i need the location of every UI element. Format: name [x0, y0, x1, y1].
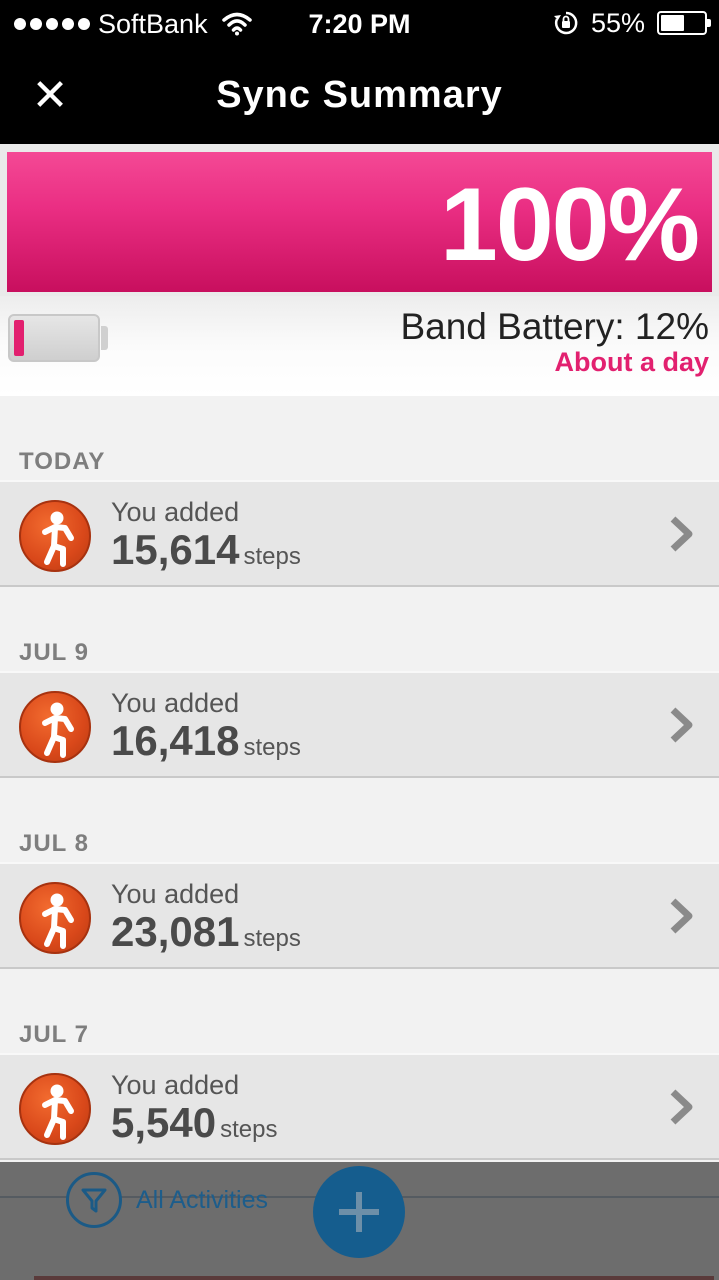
activity-section: JUL 9 You added 16,418 steps — [0, 587, 719, 778]
row-value-line: 15,614 steps — [111, 526, 301, 574]
row-added-label: You added — [111, 497, 240, 527]
battery-fill — [661, 15, 685, 31]
row-unit: steps — [243, 925, 301, 952]
activity-list: TODAY You added 15,614 steps JUL 9 You a… — [0, 396, 719, 1160]
band-battery-panel: Band Battery: 12% About a day — [0, 296, 719, 396]
chevron-right-icon — [670, 1089, 693, 1125]
activity-section: TODAY You added 15,614 steps — [0, 396, 719, 587]
filter-funnel-icon — [66, 1172, 122, 1228]
section-date: JUL 9 — [19, 639, 89, 666]
activity-row[interactable]: You added 16,418 steps — [0, 671, 719, 778]
band-battery-fill — [14, 320, 24, 356]
row-added-label: You added — [111, 1070, 240, 1100]
walking-person-icon — [19, 500, 91, 572]
chevron-right-icon — [670, 707, 693, 743]
status-bar: SoftBank 7:20 PM 55% — [0, 0, 719, 48]
activity-row[interactable]: You added 5,540 steps — [0, 1053, 719, 1160]
walking-person-icon — [19, 882, 91, 954]
row-added-label: You added — [111, 688, 240, 718]
activity-section: JUL 8 You added 23,081 steps — [0, 778, 719, 969]
activity-row[interactable]: You added 15,614 steps — [0, 480, 719, 587]
row-step-count: 15,614 — [111, 526, 240, 573]
row-unit: steps — [243, 543, 301, 570]
page-title: Sync Summary — [216, 74, 503, 116]
row-value-line: 23,081 steps — [111, 908, 301, 956]
rotation-lock-icon — [553, 11, 578, 35]
row-value-line: 16,418 steps — [111, 717, 301, 765]
walking-person-icon — [19, 691, 91, 763]
row-step-count: 23,081 — [111, 908, 240, 955]
section-date: JUL 8 — [19, 830, 89, 857]
row-unit: steps — [220, 1116, 278, 1143]
chevron-right-icon — [670, 516, 693, 552]
row-value-line: 5,540 steps — [111, 1099, 277, 1147]
band-battery-icon — [8, 314, 108, 362]
chevron-right-icon — [670, 898, 693, 934]
band-battery-remaining: About a day — [554, 347, 709, 377]
sync-progress-bar: 100% — [7, 152, 712, 292]
section-date: JUL 7 — [19, 1021, 89, 1048]
add-button[interactable] — [313, 1166, 405, 1258]
row-step-count: 5,540 — [111, 1099, 217, 1146]
battery-percent: 55% — [590, 8, 645, 38]
section-date: TODAY — [19, 448, 106, 475]
band-battery-label: Band Battery: 12% — [400, 306, 709, 347]
activity-section: JUL 7 You added 5,540 steps — [0, 969, 719, 1160]
status-right: 55% — [553, 8, 711, 38]
row-step-count: 16,418 — [111, 717, 240, 764]
row-unit: steps — [243, 734, 301, 761]
walking-person-icon — [19, 1073, 91, 1145]
nav-bar: ✕ Sync Summary — [0, 48, 719, 144]
plus-icon-vertical — [356, 1192, 362, 1232]
battery-icon — [657, 11, 711, 35]
sync-progress-panel: 100% — [0, 144, 719, 296]
toolbar-accent-line — [34, 1276, 714, 1280]
row-added-label: You added — [111, 879, 240, 909]
bottom-toolbar: All Activities — [0, 1162, 719, 1280]
filter-label: All Activities — [136, 1185, 268, 1214]
activity-row[interactable]: You added 23,081 steps — [0, 862, 719, 969]
sync-progress-label: 100% — [440, 167, 700, 283]
filter-button[interactable]: All Activities — [66, 1172, 268, 1228]
